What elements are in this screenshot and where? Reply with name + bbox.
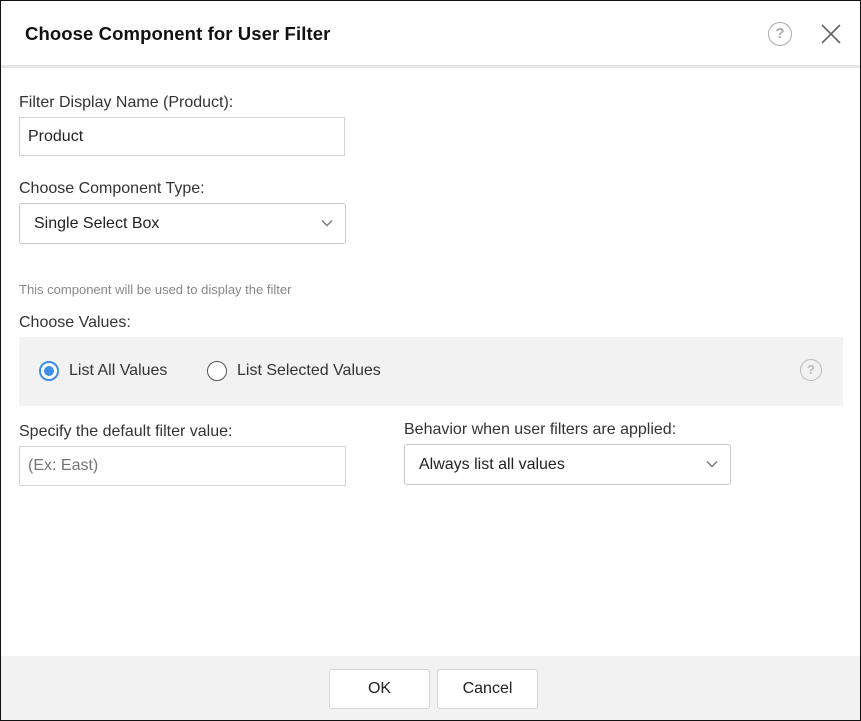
behavior-value: Always list all values (419, 455, 565, 473)
behavior-select[interactable]: Always list all values (404, 444, 731, 485)
radio-unchecked-icon (207, 361, 227, 381)
radio-label: List Selected Values (237, 362, 381, 379)
ok-button[interactable]: OK (329, 669, 430, 709)
default-value-label: Specify the default filter value: (19, 423, 233, 440)
display-name-input[interactable]: Product (19, 117, 345, 156)
dialog-footer: OK Cancel (1, 656, 860, 720)
radio-list-all-values[interactable]: List All Values (39, 361, 167, 381)
component-type-value: Single Select Box (34, 214, 160, 232)
default-value-input[interactable] (19, 446, 346, 486)
close-button[interactable] (819, 22, 843, 46)
radio-label: List All Values (69, 362, 168, 379)
chevron-down-icon (706, 460, 718, 467)
close-icon (821, 24, 841, 44)
component-type-select[interactable]: Single Select Box (19, 203, 346, 244)
component-type-label: Choose Component Type: (19, 180, 205, 197)
radio-list-selected-values[interactable]: List Selected Values (207, 361, 381, 381)
values-help-icon[interactable]: ? (800, 359, 822, 381)
display-name-label: Filter Display Name (Product): (19, 94, 234, 111)
choose-values-label: Choose Values: (19, 314, 131, 331)
radio-checked-icon (39, 361, 59, 381)
component-hint: This component will be used to display t… (19, 282, 292, 297)
help-icon[interactable]: ? (768, 22, 792, 46)
dialog-title: Choose Component for User Filter (25, 23, 331, 44)
dialog-header: Choose Component for User Filter ? (1, 1, 860, 68)
cancel-button[interactable]: Cancel (437, 669, 538, 709)
chevron-down-icon (321, 219, 333, 226)
behavior-label: Behavior when user filters are applied: (404, 421, 677, 438)
choose-component-dialog: Choose Component for User Filter ? Filte… (0, 0, 861, 721)
choose-values-panel: List All Values List Selected Values ? (19, 337, 843, 406)
